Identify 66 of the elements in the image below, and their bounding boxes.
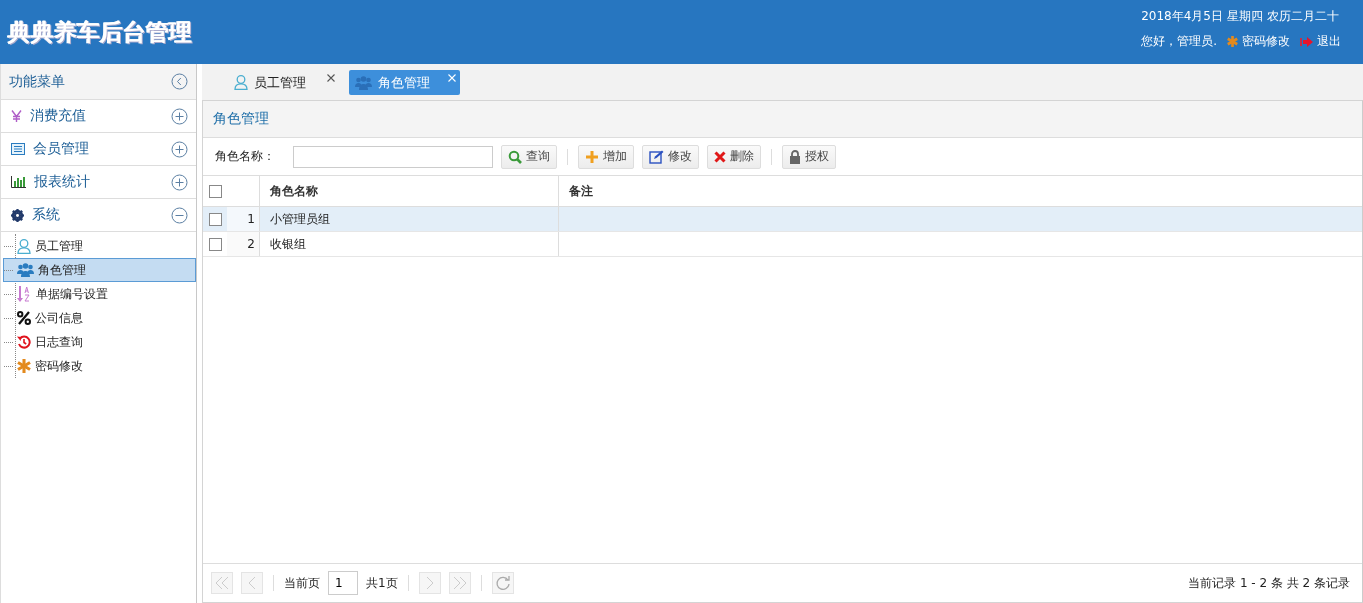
history-icon (17, 335, 31, 349)
menu-item[interactable]: 日志查询 (3, 330, 196, 354)
yen-icon (11, 110, 22, 122)
refresh-icon[interactable] (491, 572, 514, 594)
search-icon (508, 149, 522, 164)
app-title: 典典养车后台管理 (8, 17, 192, 47)
collapse-icon[interactable] (171, 73, 188, 90)
row-checkbox[interactable] (208, 237, 222, 251)
menu-item[interactable]: 单据编号设置 (3, 282, 196, 306)
user-icon (234, 75, 248, 90)
table-row[interactable]: 2 收银组 (203, 232, 1362, 257)
toolbar-button[interactable]: 增加 (578, 144, 634, 169)
sort-icon (17, 285, 32, 303)
menu-item[interactable]: 公司信息 (3, 306, 196, 330)
password-link[interactable]: 密码修改 (1242, 33, 1290, 50)
asterisk-icon (17, 359, 31, 373)
column-header: 角色名称 (260, 176, 559, 206)
panel-title: 角色管理 (213, 110, 269, 128)
tab[interactable]: 员工管理 (228, 70, 339, 95)
plus-circle-icon[interactable] (171, 173, 188, 191)
users-icon (355, 75, 372, 90)
percent-icon (17, 311, 31, 325)
table-cell: 收银组 (260, 232, 559, 256)
role-name-field[interactable] (293, 145, 493, 168)
menu-item[interactable]: 密码修改 (3, 354, 196, 378)
table-cell: 小管理员组 (260, 207, 559, 231)
minus-circle-icon[interactable] (171, 206, 188, 224)
row-checkbox[interactable] (208, 212, 222, 226)
page-label: 当前页 (284, 574, 320, 592)
row-number: 2 (227, 232, 260, 256)
plus-circle-icon[interactable] (171, 140, 188, 158)
asterisk-icon (1227, 36, 1238, 47)
record-summary: 当前记录 1 - 2 条 共 2 条记录 (1188, 574, 1350, 592)
page-total: 共1页 (366, 574, 398, 592)
toolbar-button[interactable]: 修改 (642, 144, 699, 169)
exit-icon (1300, 36, 1313, 47)
row-number: 1 (227, 207, 260, 231)
logout-link[interactable]: 退出 (1317, 33, 1341, 50)
select-all-checkbox[interactable] (208, 184, 222, 198)
lock-icon (789, 149, 801, 164)
delete-icon (714, 150, 726, 163)
bar-chart-icon (11, 176, 26, 188)
menu-group[interactable]: 会员管理 (1, 133, 196, 166)
menu-group[interactable]: 消费充值 (1, 100, 196, 133)
date-text: 2018年4月5日 星期四 农历二月二十 (1141, 8, 1340, 25)
toolbar-button[interactable]: 删除 (707, 144, 761, 169)
toolbar-button[interactable]: 查询 (501, 144, 557, 169)
search-label: 角色名称： (215, 148, 276, 165)
list-icon (11, 143, 25, 155)
table-row[interactable]: 1 小管理员组 (203, 207, 1362, 232)
menu-item[interactable]: 员工管理 (3, 234, 196, 258)
close-icon[interactable] (327, 74, 335, 82)
menu-group[interactable]: 报表统计 (1, 166, 196, 199)
plus-circle-icon[interactable] (171, 107, 188, 125)
menu-group[interactable]: 系统 (1, 199, 196, 232)
plus-icon (585, 149, 599, 164)
menu-title: 功能菜单 (9, 72, 65, 91)
user-icon (17, 238, 31, 254)
column-header: 备注 (568, 182, 594, 200)
page-number-field[interactable]: 1 (328, 571, 358, 595)
edit-icon (649, 149, 664, 164)
menu-item[interactable]: 角色管理 (3, 258, 196, 282)
gear-icon (11, 208, 24, 222)
greeting-text: 您好，管理员. (1141, 33, 1217, 50)
users-icon (17, 263, 34, 277)
toolbar-button[interactable]: 授权 (782, 144, 836, 169)
